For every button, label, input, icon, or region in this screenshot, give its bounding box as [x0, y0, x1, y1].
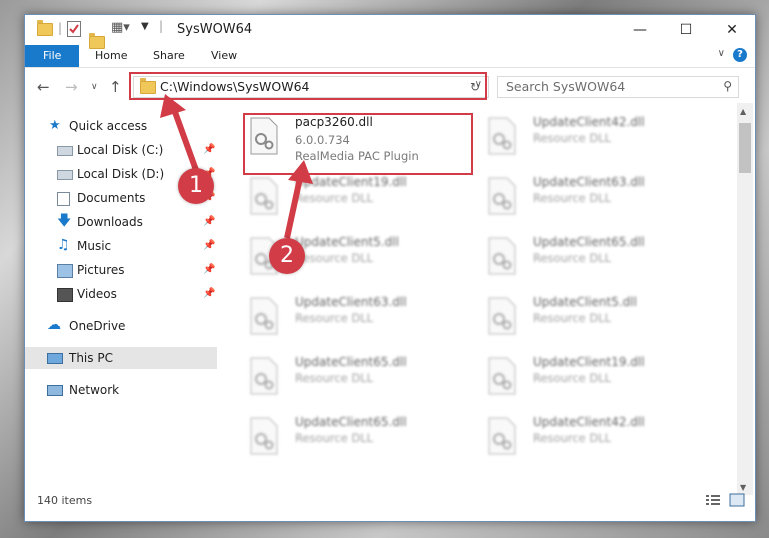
arrow-2 [284, 177, 303, 239]
callout-1: 1 [178, 168, 214, 204]
callout-2: 2 [269, 238, 305, 274]
annotation-arrows [160, 94, 313, 239]
arrow-1 [172, 110, 199, 172]
arrow-2-head [288, 160, 313, 184]
